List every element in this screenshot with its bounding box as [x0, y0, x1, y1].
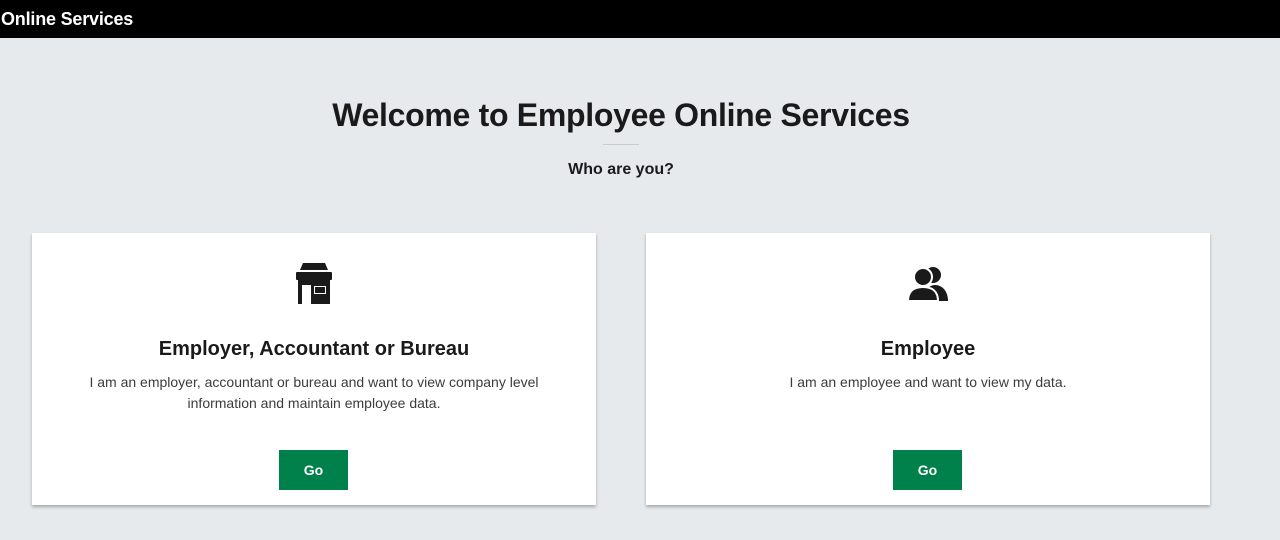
app-title[interactable]: Online Services: [1, 8, 133, 30]
title-divider: [603, 144, 639, 145]
employer-card: Employer, Accountant or Bureau I am an e…: [32, 233, 596, 505]
employer-go-button[interactable]: Go: [279, 450, 348, 490]
employer-card-description: I am an employer, accountant or bureau a…: [89, 374, 539, 411]
employee-card-description: I am an employee and want to view my dat…: [789, 374, 1067, 390]
people-icon: [906, 263, 948, 307]
employee-go-button[interactable]: Go: [893, 450, 962, 490]
page-title: Welcome to Employee Online Services: [332, 97, 910, 133]
employer-card-title: Employer, Accountant or Bureau: [158, 338, 470, 360]
employee-card: Employee I am an employee and want to vi…: [646, 233, 1210, 505]
storefront-icon: [294, 263, 334, 307]
top-bar: Online Services: [0, 0, 1280, 38]
page-subtitle: Who are you?: [568, 161, 674, 178]
employee-card-title: Employee: [880, 338, 976, 360]
